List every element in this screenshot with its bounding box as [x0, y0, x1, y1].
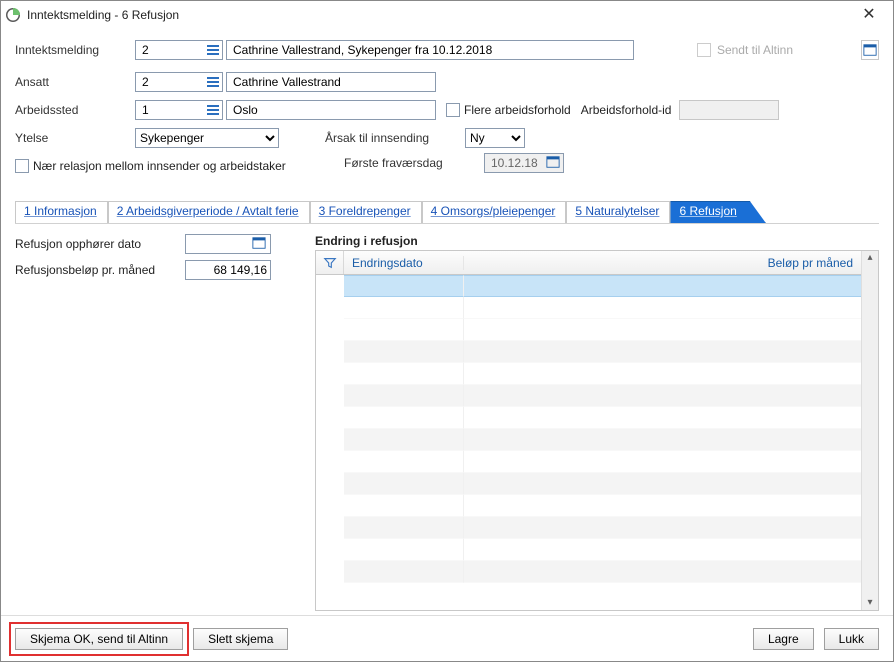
label-refusjon-opphorer: Refusjon opphører dato	[15, 237, 185, 251]
slett-skjema-button[interactable]: Slett skjema	[193, 628, 288, 650]
relasjon-group: Nær relasjon mellom innsender og arbeids…	[15, 159, 286, 173]
checkbox-relasjon[interactable]	[15, 159, 29, 173]
row-ansatt: Ansatt	[15, 71, 879, 93]
lookup-icon[interactable]	[205, 74, 221, 90]
label-forste-dag: Første fraværsdag	[344, 156, 484, 170]
row-inntektsmelding: Inntektsmelding Sendt til Altinn	[15, 39, 879, 61]
lukk-button[interactable]: Lukk	[824, 628, 879, 650]
app-icon	[5, 7, 21, 23]
lookup-icon[interactable]	[205, 102, 221, 118]
lookup-icon[interactable]	[205, 42, 221, 58]
grid-endring: Endringsdato Beløp pr måned	[315, 250, 879, 611]
refusjon-right-pane: Endring i refusjon Endringsdato Beløp pr…	[315, 234, 879, 611]
label-arbeidsforhold-id: Arbeidsforhold-id	[581, 103, 672, 117]
grid-header: Endringsdato Beløp pr måned	[316, 251, 861, 275]
label-flere-arbeidsforhold: Flere arbeidsforhold	[464, 103, 571, 117]
content-area: Inntektsmelding Sendt til Altinn Ansatt	[1, 29, 893, 615]
tab-informasjon[interactable]: 1 Informasjon	[15, 201, 108, 223]
grid-scrollbar[interactable]: ▴ ▾	[861, 251, 878, 610]
select-aarsak[interactable]: Ny	[465, 128, 525, 148]
grid-col-endringsdato[interactable]: Endringsdato	[344, 256, 464, 270]
input-inntektsmelding-desc[interactable]	[226, 40, 634, 60]
label-arbeidssted: Arbeidssted	[15, 103, 135, 117]
close-button[interactable]: ✕	[851, 7, 887, 23]
row-relasjon: Nær relasjon mellom innsender og arbeids…	[15, 155, 879, 177]
tab-naturalytelser[interactable]: 5 Naturalytelser	[566, 201, 670, 223]
grid-body[interactable]	[316, 275, 861, 610]
sendt-altinn-group: Sendt til Altinn	[697, 40, 879, 60]
tab-bar: 1 Informasjon 2 Arbeidsgiverperiode / Av…	[15, 201, 879, 224]
grid-heading: Endring i refusjon	[315, 234, 879, 248]
row-arbeidssted: Arbeidssted Flere arbeidsforhold Arbeids…	[15, 99, 879, 121]
calendar-icon[interactable]	[546, 155, 562, 171]
row-ytelse: Ytelse Sykepenger Årsak til innsending N…	[15, 127, 879, 149]
tab-omsorg[interactable]: 4 Omsorgs/pleiepenger	[422, 201, 567, 223]
label-relasjon: Nær relasjon mellom innsender og arbeids…	[33, 159, 286, 173]
scroll-up-icon[interactable]: ▴	[867, 253, 872, 263]
label-aarsak: Årsak til innsending	[325, 131, 465, 145]
titlebar: Inntektsmelding - 6 Refusjon ✕	[1, 1, 893, 29]
tab-content-refusjon: Refusjon opphører dato Refusjonsbeløp pr…	[15, 224, 879, 611]
label-inntektsmelding: Inntektsmelding	[15, 43, 135, 57]
app-window: Inntektsmelding - 6 Refusjon ✕ Inntektsm…	[0, 0, 894, 662]
tab-foreldrepenger[interactable]: 3 Foreldrepenger	[310, 201, 422, 223]
checkbox-flere-arbeidsforhold[interactable]	[446, 103, 460, 117]
scroll-down-icon[interactable]: ▾	[867, 598, 872, 608]
flere-arbeidsforhold-group: Flere arbeidsforhold	[446, 103, 571, 117]
window-title: Inntektsmelding - 6 Refusjon	[27, 8, 851, 22]
tab-refusjon[interactable]: 6 Refusjon	[670, 201, 765, 223]
label-ansatt: Ansatt	[15, 75, 135, 89]
tab-arbeidsgiverperiode[interactable]: 2 Arbeidsgiverperiode / Avtalt ferie	[108, 201, 310, 223]
input-arbeidsforhold-id	[679, 100, 779, 120]
select-ytelse[interactable]: Sykepenger	[135, 128, 279, 148]
input-arbeidssted-name[interactable]	[226, 100, 436, 120]
refusjon-left-pane: Refusjon opphører dato Refusjonsbeløp pr…	[15, 234, 295, 611]
checkbox-sendt-altinn[interactable]	[697, 43, 711, 57]
calendar-altinn-icon[interactable]	[861, 40, 879, 60]
label-ytelse: Ytelse	[15, 131, 135, 145]
input-refusjonsbelop[interactable]	[185, 260, 271, 280]
grid-col-belop[interactable]: Beløp pr måned	[464, 256, 861, 270]
label-refusjonsbelop: Refusjonsbeløp pr. måned	[15, 263, 185, 277]
label-sendt-altinn: Sendt til Altinn	[717, 43, 793, 57]
filter-icon[interactable]	[316, 251, 344, 274]
calendar-icon[interactable]	[252, 236, 268, 252]
send-altinn-button[interactable]: Skjema OK, send til Altinn	[15, 628, 183, 650]
footer: Skjema OK, send til Altinn Slett skjema …	[1, 615, 893, 661]
input-ansatt-name[interactable]	[226, 72, 436, 92]
lagre-button[interactable]: Lagre	[753, 628, 814, 650]
